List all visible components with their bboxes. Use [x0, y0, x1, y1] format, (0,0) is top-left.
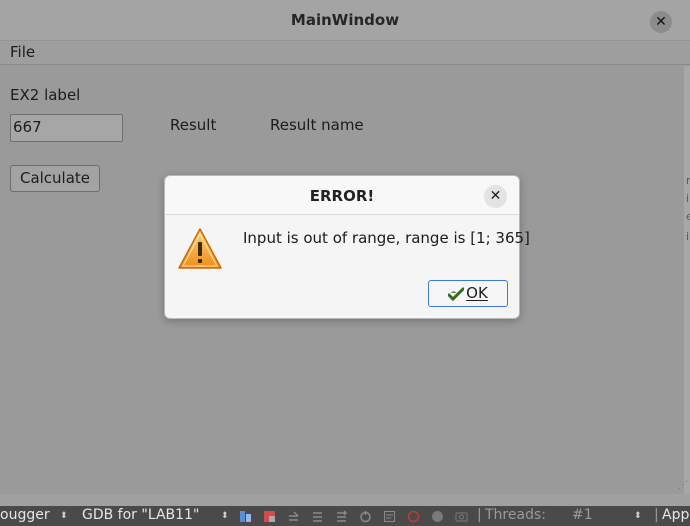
- warning-icon: [178, 228, 222, 269]
- record-icon[interactable]: [407, 510, 420, 523]
- ok-button[interactable]: OK: [428, 280, 508, 307]
- error-dialog: ERROR! ✕ Input is out of range, range is…: [164, 175, 530, 319]
- calculate-button[interactable]: Calculate: [10, 165, 100, 192]
- app-output-tab[interactable]: App: [662, 507, 689, 523]
- disassembly-icon[interactable]: [383, 510, 396, 523]
- breakpoint-icon[interactable]: [431, 510, 444, 523]
- dialog-close-button[interactable]: ✕: [484, 185, 507, 208]
- restart-icon[interactable]: [359, 510, 372, 523]
- ok-check-icon: [448, 287, 465, 301]
- toolbar-separator: |: [477, 507, 482, 523]
- result-label: Result: [170, 116, 217, 134]
- menu-file[interactable]: File: [10, 43, 35, 61]
- close-icon: ✕: [655, 14, 667, 30]
- threads-label: Threads:: [485, 507, 546, 523]
- step-into-icon[interactable]: [287, 510, 300, 523]
- debugger-selector[interactable]: ougger: [0, 507, 50, 523]
- dialog-title: ERROR!: [309, 187, 375, 205]
- step-instruction-icon[interactable]: [335, 510, 348, 523]
- gdb-selector[interactable]: GDB for "LAB11": [82, 507, 199, 523]
- close-icon: ✕: [489, 188, 502, 204]
- gdb-spin-icon[interactable]: ⬍: [221, 511, 229, 521]
- background-window-edge: r i e i: [684, 66, 690, 494]
- step-over-icon[interactable]: [239, 510, 252, 523]
- debugger-toolbar: ougger ⬍ GDB for "LAB11" ⬍ | Threads: #1…: [0, 506, 690, 526]
- thread-selector[interactable]: #1: [572, 507, 593, 523]
- debugger-spin-icon[interactable]: ⬍: [60, 511, 68, 521]
- window-close-button[interactable]: ✕: [650, 11, 672, 33]
- ex2-label: EX2 label: [10, 86, 81, 104]
- thread-spin-icon[interactable]: ⬍: [634, 511, 642, 521]
- error-message: Input is out of range, range is [1; 365]: [243, 229, 530, 247]
- toolbar-separator-2: |: [654, 507, 659, 523]
- stop-debug-icon[interactable]: [263, 510, 276, 523]
- resize-grip-icon[interactable]: ⋰: [676, 480, 688, 492]
- ide-panel-strip: [0, 494, 690, 506]
- ok-label: OK: [466, 284, 488, 302]
- result-name-label: Result name: [270, 116, 364, 134]
- window-title: MainWindow: [290, 11, 400, 29]
- menubar: File: [0, 41, 690, 65]
- dialog-titlebar: ERROR! ✕: [165, 176, 519, 215]
- day-input[interactable]: 667: [10, 114, 123, 142]
- step-out-icon[interactable]: [311, 510, 324, 523]
- window-titlebar: MainWindow ✕: [0, 0, 690, 41]
- screenshot-icon[interactable]: [455, 510, 468, 523]
